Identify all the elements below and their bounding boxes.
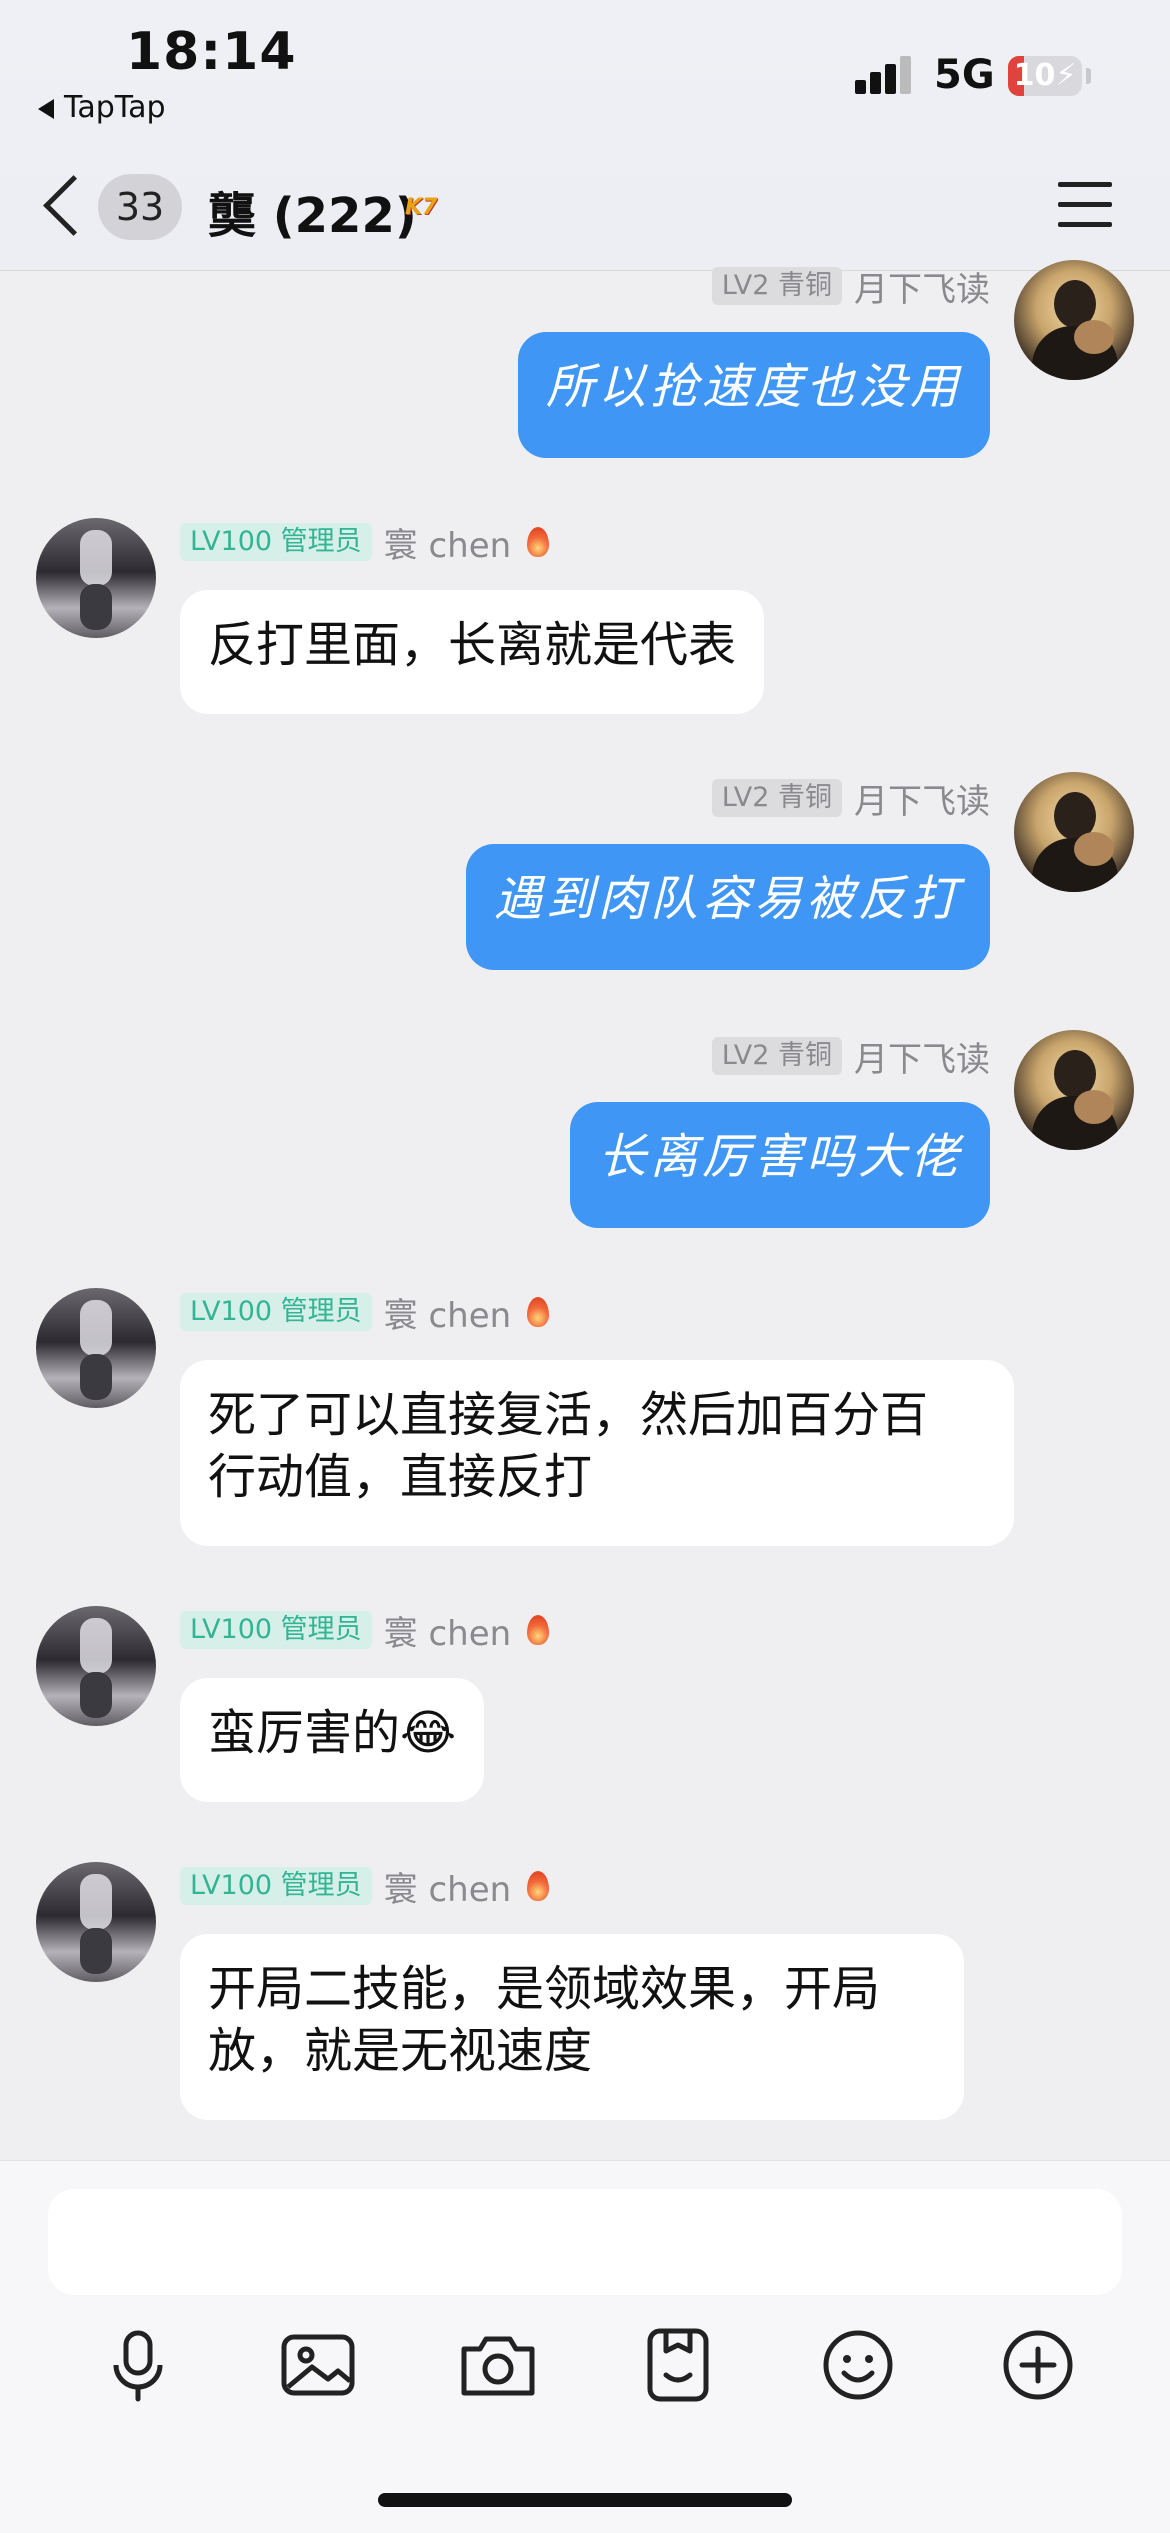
sender-name[interactable]: 寰 chen (384, 518, 512, 567)
sender-name[interactable]: 寰 chen (384, 1288, 512, 1337)
back-to-app-link[interactable]: TapTap (38, 90, 166, 125)
microphone-icon[interactable] (96, 2323, 180, 2407)
message-meta: LV2 青铜 月下飞读 (711, 262, 990, 311)
message-line: 死了可以直接复活，然后加百分百 (208, 1387, 929, 1443)
sender-name[interactable]: 月下飞读 (854, 774, 990, 823)
message-line: 开局二技能，是领域效果，开局 (208, 1961, 881, 2017)
chat-title: 龑 (222) (208, 188, 417, 244)
back-app-label: TapTap (64, 90, 166, 125)
message-bubble-out[interactable]: 所以抢速度也没用 (517, 332, 990, 458)
avatar[interactable] (1014, 1030, 1134, 1150)
back-chevron-icon[interactable] (40, 176, 84, 236)
signal-icon (855, 56, 915, 94)
level-tag: LV2 青铜 (711, 779, 842, 817)
avatar[interactable] (1014, 772, 1134, 892)
flame-icon (527, 1297, 550, 1327)
sticker-icon[interactable] (636, 2323, 720, 2407)
level-tag: LV100 管理员 (180, 1867, 372, 1905)
menu-icon[interactable] (1058, 182, 1112, 228)
message-bubble-in[interactable]: 反打里面，长离就是代表 (180, 590, 765, 714)
message-meta: LV100 管理员 寰 chen (180, 1288, 550, 1337)
message-bubble-in[interactable]: 死了可以直接复活，然后加百分百 行动值，直接反打 (180, 1360, 1014, 1546)
level-tag: LV2 青铜 (711, 267, 842, 305)
unread-count-badge[interactable]: 33 (98, 174, 182, 240)
level-tag: LV2 青铜 (711, 1037, 842, 1075)
plus-icon[interactable] (996, 2323, 1080, 2407)
home-indicator[interactable] (378, 2493, 792, 2507)
avatar[interactable] (1014, 260, 1134, 380)
message-meta: LV2 青铜 月下飞读 (711, 1032, 990, 1081)
message-input[interactable] (48, 2189, 1122, 2295)
avatar[interactable] (36, 1288, 156, 1408)
status-time: 18:14 (126, 22, 297, 82)
composer (0, 2160, 1170, 2533)
network-label: 5G (934, 52, 995, 98)
battery-nub (1086, 68, 1091, 84)
camera-icon[interactable] (456, 2323, 540, 2407)
message-line: 行动值，直接反打 (208, 1449, 593, 1505)
sender-name[interactable]: 月下飞读 (854, 262, 990, 311)
sender-name[interactable]: 寰 chen (384, 1606, 512, 1655)
message-bubble-out[interactable]: 遇到肉队容易被反打 (465, 844, 990, 970)
level-tag: LV100 管理员 (180, 523, 372, 561)
message-bubble-out[interactable]: 长离厉害吗大佬 (569, 1102, 990, 1228)
flame-icon (527, 1871, 550, 1901)
sender-name[interactable]: 月下飞读 (854, 1032, 990, 1081)
message-bubble-in[interactable]: 蛮厉害的😂 (180, 1678, 485, 1802)
level-tag: LV100 管理员 (180, 1611, 372, 1649)
avatar[interactable] (36, 518, 156, 638)
message-line: 放，就是无视速度 (208, 2023, 593, 2079)
message-meta: LV100 管理员 寰 chen (180, 1606, 550, 1655)
message-meta: LV100 管理员 寰 chen (180, 1862, 550, 1911)
back-triangle-icon (38, 98, 54, 119)
avatar[interactable] (36, 1606, 156, 1726)
flame-icon (527, 1615, 550, 1645)
top-bar: 18:14 TapTap 5G 10⚡ 33 龑 (222) K7 (0, 0, 1170, 271)
battery-icon: 10⚡ (1008, 56, 1082, 96)
emoji-icon[interactable] (816, 2323, 900, 2407)
flame-icon (527, 527, 550, 557)
battery-label: 10⚡ (1013, 58, 1077, 93)
sender-name[interactable]: 寰 chen (384, 1862, 512, 1911)
avatar[interactable] (36, 1862, 156, 1982)
message-bubble-in[interactable]: 开局二技能，是领域效果，开局 放，就是无视速度 (180, 1934, 964, 2120)
message-meta: LV100 管理员 寰 chen (180, 518, 550, 567)
image-icon[interactable] (276, 2323, 360, 2407)
group-tag-logo: K7 (405, 195, 438, 220)
level-tag: LV100 管理员 (180, 1293, 372, 1331)
message-meta: LV2 青铜 月下飞读 (711, 774, 990, 823)
